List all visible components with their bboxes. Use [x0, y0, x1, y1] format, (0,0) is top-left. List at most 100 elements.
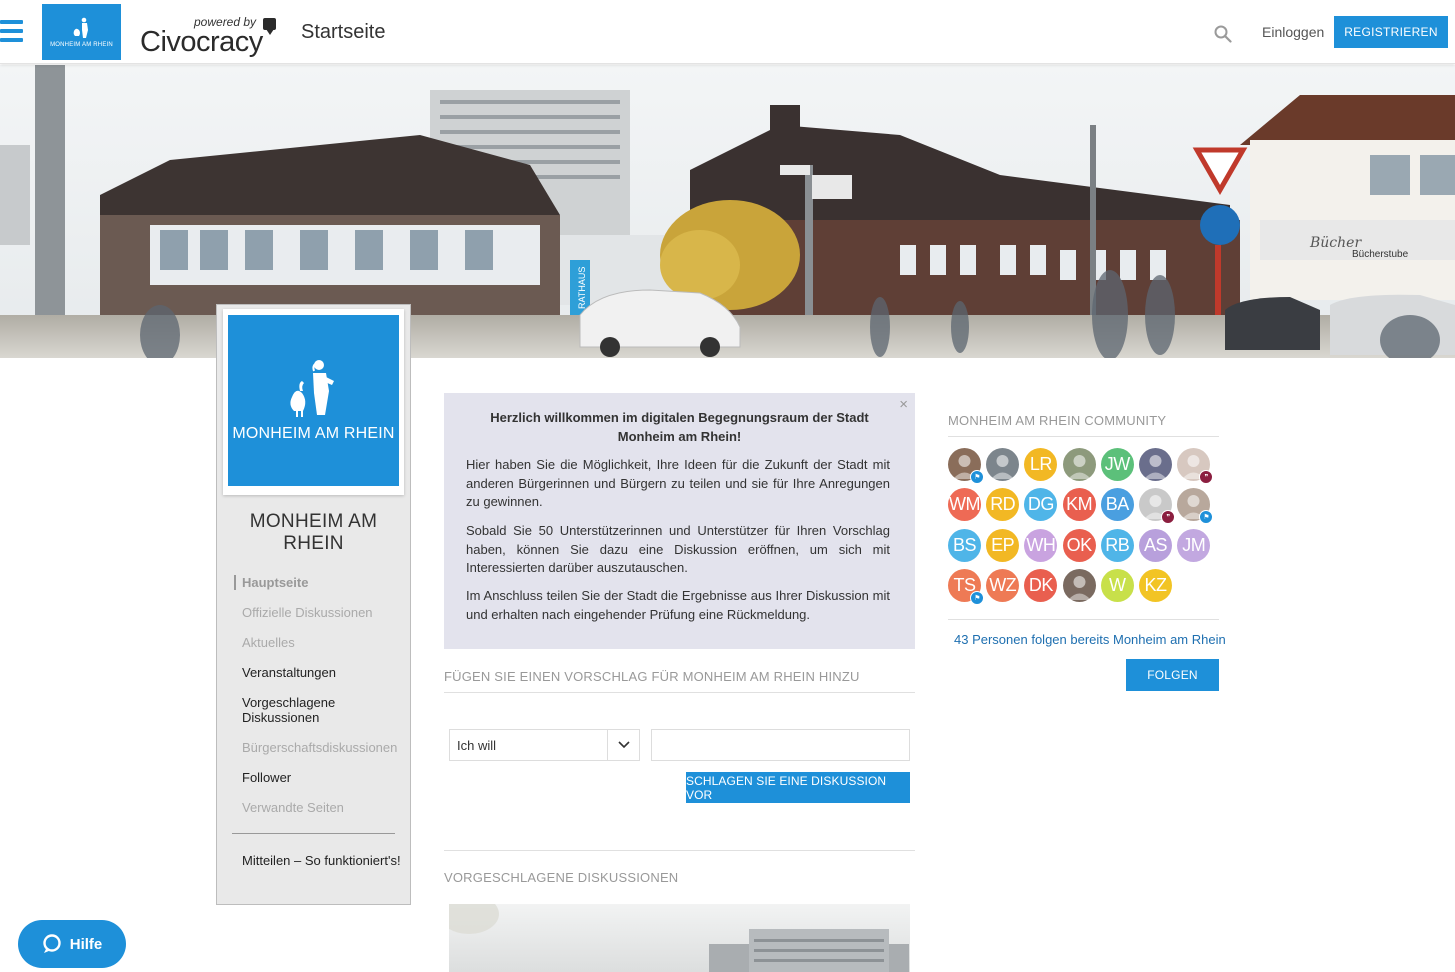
discussion-photo [449, 904, 909, 972]
flag-badge-icon: ⚑ [970, 470, 984, 484]
member-avatar[interactable]: BA [1100, 488, 1134, 522]
suggested-heading: VORGESCHLAGENE DISKUSSIONEN [444, 870, 679, 885]
nav-item-veranstaltungen[interactable]: Veranstaltungen [242, 665, 407, 680]
chevron-down-icon[interactable] [607, 730, 639, 760]
avatar-initials: DK [1028, 574, 1054, 595]
member-avatar[interactable]: OK [1062, 528, 1096, 562]
welcome-box: × Herzlich willkommen im digitalen Begeg… [444, 393, 915, 649]
goose-girl-icon [289, 359, 334, 417]
proposal-divider [444, 692, 915, 693]
welcome-paragraph: Im Anschluss teilen Sie der Stadt die Er… [466, 588, 890, 622]
nav-item-offizielle-diskussionen[interactable]: Offizielle Diskussionen [242, 605, 407, 620]
member-avatar[interactable]: DG [1024, 488, 1058, 522]
avatar-initials: OK [1066, 534, 1093, 555]
top-bar: MONHEIM AM RHEIN powered by Civocracy St… [0, 0, 1455, 64]
member-avatar[interactable] [1139, 448, 1172, 481]
avatar-initials: KZ [1144, 574, 1167, 595]
member-avatar[interactable]: BS [948, 528, 981, 562]
welcome-title: Herzlich willkommen im digitalen Begegnu… [490, 410, 869, 444]
member-avatar[interactable] [986, 448, 1020, 481]
civocracy-brand[interactable]: powered by Civocracy [140, 14, 280, 58]
register-button[interactable]: REGISTRIEREN [1334, 16, 1448, 48]
member-avatar[interactable] [1062, 568, 1096, 602]
profile-name: MONHEIM AM RHEIN [249, 511, 378, 554]
avatar-photo [1144, 455, 1167, 479]
propose-discussion-button[interactable]: SCHLAGEN SIE EINE DISKUSSION VOR [686, 772, 910, 803]
avatar-initials: WZ [989, 574, 1017, 595]
member-avatar[interactable]: TS ⚑ [948, 568, 984, 605]
avatar-initials: JM [1182, 534, 1206, 555]
search-icon[interactable] [1214, 25, 1232, 43]
nav-item-hauptseite[interactable]: Hauptseite [234, 575, 407, 590]
city-logo[interactable]: MONHEIM AM RHEIN [42, 4, 121, 60]
member-avatar[interactable]: W [1100, 568, 1134, 602]
member-avatar[interactable]: AS [1139, 528, 1172, 562]
discussion-thumbnail[interactable] [449, 904, 910, 972]
avatar-initials: AS [1143, 534, 1168, 555]
member-avatar[interactable]: KZ [1139, 568, 1172, 602]
proposal-input[interactable] [651, 729, 910, 761]
member-avatar[interactable]: WZ [986, 568, 1020, 602]
member-avatar[interactable]: RB [1100, 528, 1134, 562]
flag-badge-icon: ⚑ [970, 590, 984, 605]
chat-bubble-icon [43, 934, 61, 953]
rathaus-sign: RATHAUS [577, 267, 587, 309]
member-avatar[interactable]: ❞ [1139, 488, 1175, 525]
speech-bubble-icon [263, 18, 276, 35]
close-icon[interactable]: × [899, 396, 908, 415]
avatar-initials: BA [1105, 494, 1130, 515]
follower-count-link[interactable]: 43 Personen folgen bereits Monheim am Rh… [954, 632, 1226, 647]
login-link[interactable]: Einloggen [1262, 24, 1324, 40]
goose-girl-icon [73, 17, 88, 38]
community-heading: MONHEIM AM RHEIN COMMUNITY [948, 413, 1167, 428]
member-avatar[interactable]: ⚑ [948, 448, 984, 484]
profile-logo-text: MONHEIM AM RHEIN [232, 424, 395, 442]
member-avatar[interactable]: JW [1100, 448, 1134, 481]
avatar-initials: WM [949, 494, 980, 515]
community-divider-bottom [948, 619, 1219, 620]
nav-item-buergerschaftsdiskussionen[interactable]: Bürgerschaftsdiskussionen [242, 740, 407, 755]
member-avatar[interactable]: ❞ [1177, 448, 1214, 484]
share-link[interactable]: Mitteilen – So funktioniert's! [242, 853, 402, 868]
welcome-paragraph: Hier haben Sie die Möglichkeit, Ihre Ide… [466, 457, 890, 509]
avatar-initials: RD [990, 494, 1016, 515]
logo-text: MONHEIM AM RHEIN [50, 42, 113, 48]
avatar-photo [991, 455, 1015, 479]
help-button[interactable]: Hilfe [18, 920, 126, 968]
member-avatar[interactable]: WH [1024, 528, 1058, 562]
profile-logo: MONHEIM AM RHEIN [228, 315, 399, 486]
member-avatar[interactable]: JM [1177, 528, 1211, 562]
member-avatar[interactable]: LR [1024, 448, 1058, 481]
profile-nav: Hauptseite Offizielle Diskussionen Aktue… [234, 575, 407, 830]
member-avatar[interactable]: WM [948, 488, 981, 522]
suggested-divider [444, 850, 915, 851]
member-avatar[interactable]: EP [986, 528, 1020, 562]
avatar-initials: EP [991, 534, 1015, 555]
member-avatar[interactable]: RD [986, 488, 1020, 522]
civocracy-wordmark: Civocracy [140, 26, 263, 58]
nav-item-vorgeschlagene-diskussionen[interactable]: Vorgeschlagene Diskussionen [242, 695, 407, 725]
quote-badge-icon: ❞ [1199, 470, 1214, 484]
avatar-photo [1067, 455, 1091, 479]
nav-item-verwandte-seiten[interactable]: Verwandte Seiten [242, 800, 407, 815]
bookshop-sub-sign: Bücherstube [1352, 249, 1409, 260]
follow-button[interactable]: FOLGEN [1126, 659, 1219, 691]
hamburger-menu-icon[interactable] [0, 20, 23, 42]
nav-item-follower[interactable]: Follower [242, 770, 407, 785]
quote-badge-icon: ❞ [1161, 510, 1175, 525]
nav-divider [232, 833, 395, 834]
member-avatar[interactable]: ⚑ [1177, 488, 1214, 525]
avatar-photo [1067, 575, 1091, 600]
profile-sidebar: MONHEIM AM RHEIN MONHEIM AM RHEIN Haupts… [216, 304, 411, 905]
avatar-initials: JW [1104, 454, 1131, 474]
avatar-initials: LR [1029, 454, 1053, 474]
intent-select[interactable]: Ich will [449, 729, 640, 761]
profile-logo-frame: MONHEIM AM RHEIN [223, 309, 404, 495]
member-avatar[interactable]: DK [1024, 568, 1058, 602]
member-avatar[interactable]: KM [1062, 488, 1096, 522]
nav-item-aktuelles[interactable]: Aktuelles [242, 635, 407, 650]
flag-badge-icon: ⚑ [1199, 510, 1214, 525]
avatar-initials: RB [1105, 534, 1130, 555]
member-avatar[interactable] [1062, 448, 1096, 481]
welcome-paragraph: Sobald Sie 50 Unterstützerinnen und Unte… [466, 523, 890, 575]
